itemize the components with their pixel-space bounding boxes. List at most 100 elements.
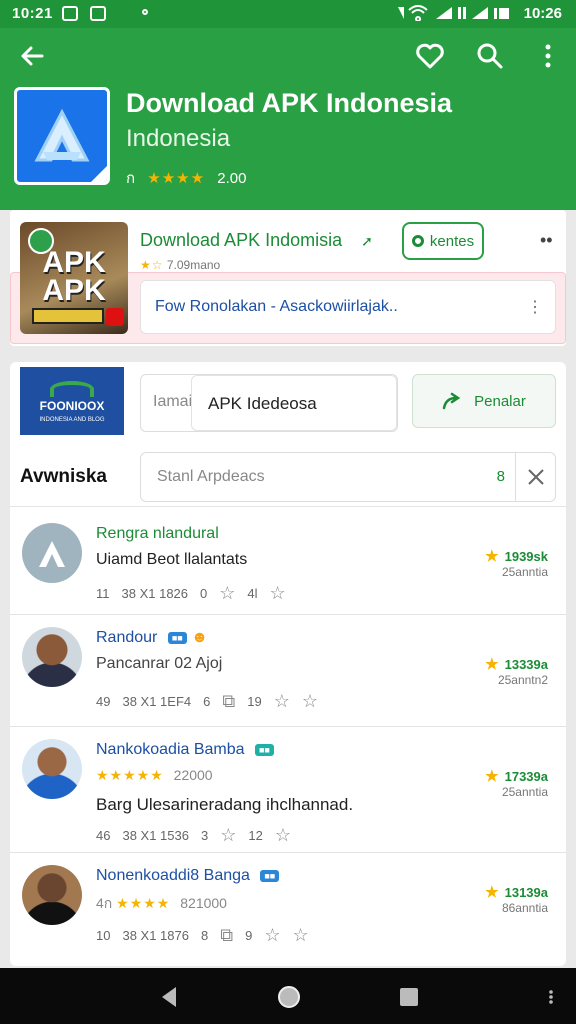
reviewer-name[interactable]: Nankokoadia Bamba ■■ <box>96 741 274 759</box>
status-time-left: 10:21 <box>12 5 53 22</box>
score-subtext: 25anntn2 <box>497 673 548 687</box>
recents-square-icon[interactable] <box>394 982 424 1012</box>
meta-value: 38 X1 1826 <box>121 586 189 601</box>
kentes-button[interactable]: kentes <box>402 222 484 260</box>
meta-value: 10 <box>96 928 111 943</box>
apk-banner-icon <box>32 308 104 324</box>
more-vert-icon[interactable] <box>532 40 564 72</box>
review-score: ★ 13139a 86anntia <box>485 883 548 915</box>
more-vert-icon[interactable] <box>536 982 566 1012</box>
search-input[interactable]: APK Idedeosa <box>191 375 397 431</box>
star-icon: ★ <box>485 768 499 785</box>
featured-title[interactable]: Download APK Indomisia ➚ <box>140 230 373 251</box>
verified-badge-icon: ■■ <box>167 631 187 644</box>
copy-icon[interactable]: ⧉ <box>222 691 235 712</box>
avatar[interactable] <box>22 523 82 583</box>
close-icon[interactable] <box>515 453 555 501</box>
star-outline-icon[interactable]: ☆ <box>292 925 308 946</box>
avatar[interactable] <box>22 865 82 925</box>
brand-tagline: INDONESIA AND BLOG <box>39 417 105 423</box>
copy-icon[interactable]: ⧉ <box>220 925 233 946</box>
notification-dot-icon <box>142 9 148 15</box>
signal-wifi-battery-icon <box>398 5 509 22</box>
review-score: ★ 13339a 25anntn2 <box>485 655 548 687</box>
penalar-button[interactable]: Penalar <box>412 374 556 428</box>
featured-link-field[interactable]: Fow Ronolakan - Asackowiirlajak.. ⋮ <box>140 280 556 334</box>
star-outline-icon[interactable]: ☆ <box>220 825 236 846</box>
review-item[interactable]: Randour ■■ ☻ Pancanrar 02 Ajoj 49 38 X1 … <box>10 614 566 726</box>
system-icons <box>396 5 516 24</box>
score-subtext: 86anntia <box>501 901 548 915</box>
meta-value: 38 X1 1876 <box>122 928 189 943</box>
rating-value: 22000 <box>173 767 213 783</box>
notification-icon <box>90 6 106 21</box>
rating-prefix: ก <box>126 170 136 187</box>
more-horiz-icon[interactable]: •• <box>540 230 553 251</box>
review-text: Barg Ulesarineradang ihclhannad. <box>96 795 354 814</box>
score-subtext: 25anntia <box>501 565 548 579</box>
search-icon[interactable] <box>474 40 506 72</box>
star-outline-icon[interactable]: ☆ <box>219 583 235 604</box>
meta-value: 4l <box>247 586 258 601</box>
app-subtitle: Indonesia <box>126 125 231 152</box>
filter-search-bar[interactable]: Stanl Arpdeacs 8 <box>140 452 556 502</box>
reviewer-name-text: Randour <box>96 629 158 646</box>
name-search-field[interactable]: Iamai APK Idedeosa <box>140 374 398 432</box>
reviewer-name[interactable]: Randour ■■ ☻ <box>96 629 208 647</box>
review-item[interactable]: Rengra nlandural Uiamd Beot llalantats 1… <box>10 506 566 614</box>
meta-value: 8 <box>200 928 209 943</box>
verified-badge-icon: ■■ <box>255 743 274 756</box>
meta-value: 12 <box>248 828 263 843</box>
star-icon: ★ <box>485 548 499 565</box>
app-logo-icon <box>34 108 107 182</box>
featured-meta-text: 7.09mano <box>166 258 221 272</box>
rating-stars: ★★★★★ <box>96 767 164 783</box>
system-navigation-bar <box>0 968 576 1024</box>
back-triangle-icon[interactable] <box>154 982 184 1012</box>
star-icon: ★ <box>485 884 499 901</box>
reviewer-name[interactable]: Nonenkoaddi8 Banga ■■ <box>96 867 280 885</box>
home-circle-icon[interactable] <box>274 982 304 1012</box>
review-subtitle: Uiamd Beot llalantats <box>96 551 248 568</box>
more-vert-icon[interactable]: ⋮ <box>527 297 543 317</box>
content-card: FOONIOOX INDONESIA AND BLOG Iamai APK Id… <box>10 362 566 966</box>
filter-search-input[interactable]: Stanl Arpdeacs <box>157 468 265 486</box>
back-arrow-icon[interactable] <box>16 40 48 72</box>
apk-image-text: APK <box>42 274 106 307</box>
star-outline-icon[interactable]: ☆ <box>275 825 291 846</box>
star-icon: ★ <box>485 656 499 673</box>
avatar[interactable] <box>22 739 82 799</box>
share-icon[interactable]: ➚ <box>361 233 373 249</box>
meta-value: 46 <box>96 828 111 843</box>
app-logo <box>14 87 110 185</box>
meta-value: 3 <box>200 828 209 843</box>
score-value: 17339a <box>504 769 548 784</box>
meta-value: 49 <box>96 694 111 709</box>
review-meta: 49 38 X1 1EF4 6 ⧉ 19 ☆ ☆ <box>96 691 318 712</box>
radio-icon <box>411 235 424 247</box>
reviewer-name-text: Nonenkoaddi8 Banga <box>96 867 250 884</box>
featured-card[interactable]: APK APK Download APK Indomisia ➚ ★☆ 7.09… <box>10 210 566 346</box>
star-outline-icon[interactable]: ☆ <box>270 583 286 604</box>
review-score: ★ 1939sk 25anntia <box>485 547 548 579</box>
score-subtext: 25anntia <box>501 785 548 799</box>
review-item[interactable]: Nankokoadia Bamba ■■ ★★★★★ 22000 Barg Ul… <box>10 726 566 852</box>
rating-stars: ★★★★ <box>116 895 171 911</box>
review-meta: 11 38 X1 1826 0 ☆ 4l ☆ <box>96 583 286 604</box>
review-rating: ★★★★★ 22000 <box>96 767 213 784</box>
heart-icon[interactable] <box>414 40 446 72</box>
app-header: Download APK Indonesia Indonesia ก ★★★★ … <box>0 28 576 210</box>
featured-title-text: Download APK Indomisia <box>140 230 343 250</box>
star-outline-icon[interactable]: ☆ <box>264 925 280 946</box>
emoji-icon: ☻ <box>191 629 208 646</box>
penalar-button-label: Penalar <box>474 392 526 410</box>
star-outline-icon[interactable]: ☆ <box>302 691 318 712</box>
star-outline-icon[interactable]: ☆ <box>274 691 290 712</box>
apk-thumbnail[interactable]: APK APK <box>20 222 128 334</box>
rating-stars-icon: ★★★★ <box>147 170 206 187</box>
featured-stars: ★☆ <box>140 258 164 272</box>
avatar[interactable] <box>22 627 82 687</box>
play-icon <box>106 308 124 326</box>
reviewer-name[interactable]: Rengra nlandural <box>96 525 219 543</box>
review-item[interactable]: Nonenkoaddi8 Banga ■■ 4ก ★★★★ 821000 10 … <box>10 852 566 966</box>
